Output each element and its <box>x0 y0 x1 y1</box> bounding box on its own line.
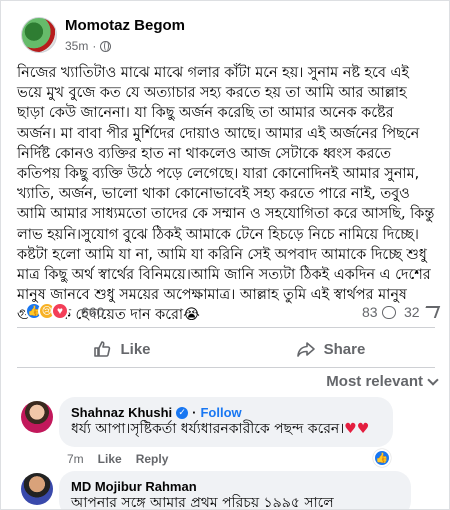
comment-bubble: MD Mojibur Rahman আপনার সঙ্গে আমার প্রথম… <box>59 471 411 510</box>
sort-label: Most relevant <box>326 373 423 390</box>
divider <box>17 327 435 328</box>
post-header: Momotaz Begom 35m · <box>1 1 449 59</box>
share-count-value: 32 <box>404 304 420 320</box>
comment-text: আপনার সঙ্গে আমার প্রথম পরিচয় ১৯৯৫ সালে <box>71 495 334 510</box>
author-name[interactable]: Momotaz Begom <box>65 17 185 34</box>
comment-time[interactable]: 7m <box>67 452 84 466</box>
comment-item: Shahnaz Khushi ✓ · Follow ধর্য্য আপা।সৃষ… <box>1 397 449 467</box>
share-arrow-icon <box>296 342 315 357</box>
author-avatar[interactable] <box>21 17 57 53</box>
comment-bubble: Shahnaz Khushi ✓ · Follow ধর্য্য আপা।সৃষ… <box>59 397 393 447</box>
like-button-label: Like <box>120 340 151 358</box>
comment-count[interactable]: 83 <box>362 304 396 320</box>
meta-separator: · <box>92 39 97 53</box>
like-button[interactable]: Like <box>17 331 226 367</box>
facebook-post: Momotaz Begom 35m · নিজের খ্যাতিটাও মাঝে… <box>0 0 450 510</box>
share-icon <box>421 306 440 318</box>
post-meta: 35m · <box>65 39 112 53</box>
comment-icon <box>381 305 396 319</box>
comment-meta: 7m Like Reply <box>67 452 168 466</box>
share-button-label: Share <box>323 340 366 358</box>
globe-icon <box>100 40 112 52</box>
post-text: নিজের খ্যাতিটাও মাঝে মাঝে গলার কাঁটা মনে… <box>17 65 435 324</box>
comment-count-value: 83 <box>362 304 378 320</box>
comment-author[interactable]: MD Mojibur Rahman <box>71 479 197 494</box>
comment-author[interactable]: Shahnaz Khushi <box>71 405 172 420</box>
thumbs-up-icon <box>94 341 111 357</box>
reactions-bar: 👍 😢 ♥ 660 83 32 <box>17 302 440 322</box>
comment-like-reaction-icon[interactable]: 👍 <box>373 449 391 467</box>
verified-badge-icon: ✓ <box>176 406 189 419</box>
comment-reply-button[interactable]: Reply <box>136 452 169 466</box>
comment-text-row: ধর্য্য আপা।সৃষ্টিকর্তা ধর্য্যধারনকারীকে … <box>71 420 381 439</box>
follow-button[interactable]: Follow <box>200 405 241 420</box>
comment-item: MD Mojibur Rahman আপনার সঙ্গে আমার প্রথম… <box>1 471 449 510</box>
sort-dropdown[interactable]: Most relevant <box>326 373 439 390</box>
reaction-count[interactable]: 660 <box>81 304 104 320</box>
comment-author-row: MD Mojibur Rahman <box>71 479 399 494</box>
share-button[interactable]: Share <box>226 331 435 367</box>
share-count[interactable]: 32 <box>404 304 440 320</box>
post-actions: Like Share <box>17 331 435 367</box>
reaction-icons[interactable]: 👍 😢 ♥ <box>25 302 69 320</box>
commenter-avatar[interactable] <box>21 401 53 433</box>
meta-separator: · <box>192 405 197 420</box>
love-reaction-icon: ♥ <box>51 302 69 320</box>
post-time[interactable]: 35m <box>65 39 88 53</box>
commenter-avatar[interactable] <box>21 473 53 505</box>
comment-sort-row: Most relevant <box>1 367 449 393</box>
comment-author-row: Shahnaz Khushi ✓ · Follow <box>71 405 381 420</box>
comment-text: ধর্য্য আপা।সৃষ্টিকর্তা ধর্য্যধারনকারীকে … <box>71 421 345 437</box>
comment-emoji: ♥♥ <box>344 421 370 437</box>
comment-like-button[interactable]: Like <box>98 452 122 466</box>
chevron-down-icon <box>427 373 439 386</box>
